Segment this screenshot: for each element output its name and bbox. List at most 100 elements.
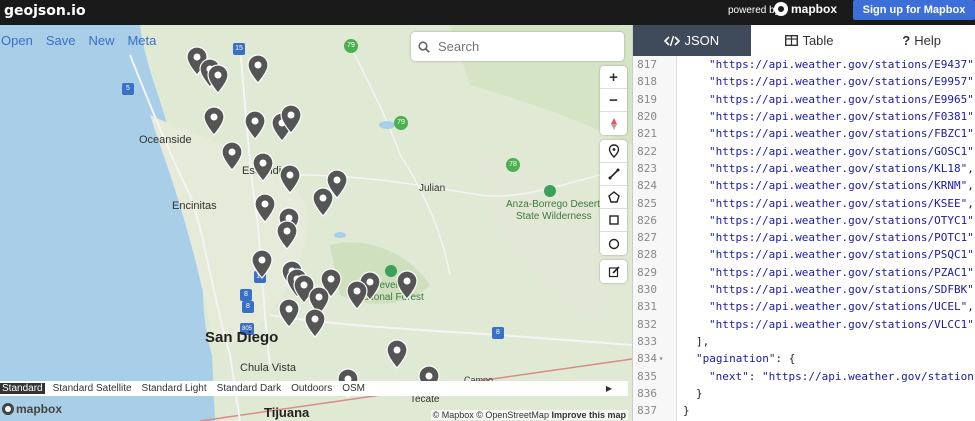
attribution: © Mapbox © OpenStreetMap Improve this ma…	[430, 410, 628, 420]
line-number: 837	[637, 404, 657, 418]
map-marker-icon[interactable]	[252, 152, 274, 182]
map-marker-icon[interactable]	[207, 64, 229, 94]
draw-rectangle-button[interactable]	[600, 209, 627, 232]
line-number: 829	[637, 265, 657, 279]
style-option-osm[interactable]: OSM	[340, 383, 367, 394]
code-line: 817 "https://api.weather.gov/stations/E94…	[633, 56, 975, 73]
style-option-standard-light[interactable]: Standard Light	[140, 383, 209, 394]
code-line: 819 "https://api.weather.gov/stations/E99…	[633, 91, 975, 108]
help-icon: ?	[902, 33, 911, 48]
app-logo[interactable]: geojson.io	[4, 3, 86, 19]
mapbox-logo-icon	[774, 2, 788, 16]
mapbox-watermark-label: mapbox	[16, 402, 63, 416]
map-marker-icon[interactable]	[203, 106, 225, 136]
circle-icon	[608, 238, 619, 249]
edit-button[interactable]	[600, 260, 627, 283]
style-option-outdoors[interactable]: Outdoors	[289, 383, 334, 394]
mapbox-watermark[interactable]: mapbox	[2, 402, 62, 416]
line-number: 821	[637, 127, 657, 141]
map-marker-icon[interactable]	[251, 249, 273, 279]
code-line: 823 "https://api.weather.gov/stations/KL1…	[633, 160, 975, 177]
signup-button[interactable]: Sign up for Mapbox	[853, 0, 975, 20]
style-option-standard[interactable]: Standard	[0, 383, 45, 394]
line-number: 830	[637, 283, 657, 297]
top-bar: geojson.io powered by mapbox Sign up for…	[0, 0, 975, 25]
style-option-standard-dark[interactable]: Standard Dark	[215, 383, 283, 394]
improve-map-link[interactable]: Improve this map	[551, 410, 626, 420]
map-marker-icon[interactable]	[396, 270, 418, 300]
code-line: 827 "https://api.weather.gov/stations/POT…	[633, 229, 975, 246]
code-text: "https://api.weather.gov/stations/E9965"…	[709, 92, 975, 106]
line-number: 833	[637, 334, 657, 348]
caret-right-icon[interactable]: ▶	[604, 384, 614, 393]
code-text: "https://api.weather.gov/stations/F0381"…	[709, 110, 975, 124]
search-input[interactable]	[438, 39, 608, 54]
map-marker-icon[interactable]	[304, 308, 326, 338]
code-text: "next": "https://api.weather.gov/station…	[709, 369, 975, 383]
tab-help[interactable]: ? Help	[868, 25, 975, 56]
map-marker-icon[interactable]	[278, 298, 300, 328]
map-marker-icon[interactable]	[247, 54, 269, 84]
tab-json-label: JSON	[684, 33, 720, 48]
map-marker-icon[interactable]	[279, 164, 301, 194]
line-number: 827	[637, 231, 657, 245]
code-line: 829 "https://api.weather.gov/stations/PZA…	[633, 264, 975, 281]
code-text: "https://api.weather.gov/stations/KRNM",	[709, 179, 974, 193]
search-box[interactable]	[411, 32, 624, 61]
tab-table-label: Table	[802, 33, 834, 48]
powered-by-text: powered by	[728, 5, 780, 16]
map-marker-icon[interactable]	[221, 141, 243, 171]
map-marker-icon[interactable]	[346, 280, 368, 310]
code-text: }	[683, 404, 690, 418]
map-marker-icon[interactable]	[276, 220, 298, 250]
polygon-icon	[607, 191, 620, 203]
code-text: }	[696, 386, 703, 400]
code-text: "pagination": {	[696, 352, 796, 366]
fold-toggle-icon[interactable]: ▾	[657, 354, 665, 363]
code-text: "https://api.weather.gov/stations/UCEL",	[709, 300, 974, 314]
marker-icon	[608, 144, 619, 158]
zoom-out-button[interactable]: −	[600, 89, 627, 112]
code-text: "https://api.weather.gov/stations/E9957"…	[709, 75, 975, 89]
code-line: 826 "https://api.weather.gov/stations/OTY…	[633, 212, 975, 229]
save-menu-item[interactable]: Save	[46, 33, 76, 48]
mapbox-brand[interactable]: mapbox	[774, 2, 837, 16]
json-editor[interactable]: 817 "https://api.weather.gov/stations/E94…	[633, 56, 975, 421]
map-canvas[interactable]: 5 15 79 79 78 8 8 805 15 8 Oceanside Esc…	[0, 25, 632, 421]
map-marker-icon[interactable]	[312, 187, 334, 217]
tab-table[interactable]: Table	[751, 25, 869, 56]
compass-button[interactable]	[600, 112, 627, 135]
style-option-standard-satellite[interactable]: Standard Satellite	[51, 383, 134, 394]
mapbox-logo-icon	[2, 403, 14, 415]
code-line: 832 "https://api.weather.gov/stations/VLC…	[633, 316, 975, 333]
search-icon	[418, 40, 430, 53]
map-marker-icon[interactable]	[386, 339, 408, 369]
code-line: 821 "https://api.weather.gov/stations/FBZ…	[633, 125, 975, 142]
line-number: 826	[637, 213, 657, 227]
code-line: 825 "https://api.weather.gov/stations/KSE…	[633, 194, 975, 211]
zoom-in-button[interactable]: +	[600, 66, 627, 89]
code-line: 818 "https://api.weather.gov/stations/E99…	[633, 73, 975, 90]
map-marker-icon[interactable]	[254, 193, 276, 223]
draw-circle-button[interactable]	[600, 232, 627, 255]
draw-line-button[interactable]	[600, 163, 627, 186]
draw-polygon-button[interactable]	[600, 186, 627, 209]
meta-menu-item[interactable]: Meta	[127, 33, 156, 48]
open-menu-item[interactable]: Open	[1, 33, 33, 48]
line-number: 836	[637, 386, 657, 400]
new-menu-item[interactable]: New	[88, 33, 114, 48]
file-menu: Open Save New Meta	[0, 33, 169, 48]
code-line: 835 "next": "https://api.weather.gov/stat…	[633, 367, 975, 384]
draw-point-button[interactable]	[600, 140, 627, 163]
code-line: 824 "https://api.weather.gov/stations/KRN…	[633, 177, 975, 194]
line-number: 819	[637, 92, 657, 106]
line-icon	[608, 168, 619, 180]
line-number: 834	[637, 352, 657, 366]
line-number: 824	[637, 179, 657, 193]
attribution-text[interactable]: © Mapbox © OpenStreetMap	[433, 410, 549, 420]
tab-help-label: Help	[914, 33, 941, 48]
tab-json[interactable]: JSON	[633, 25, 751, 56]
map-marker-icon[interactable]	[244, 110, 266, 140]
line-number: 820	[637, 110, 657, 124]
code-line: 831 "https://api.weather.gov/stations/UCE…	[633, 298, 975, 315]
